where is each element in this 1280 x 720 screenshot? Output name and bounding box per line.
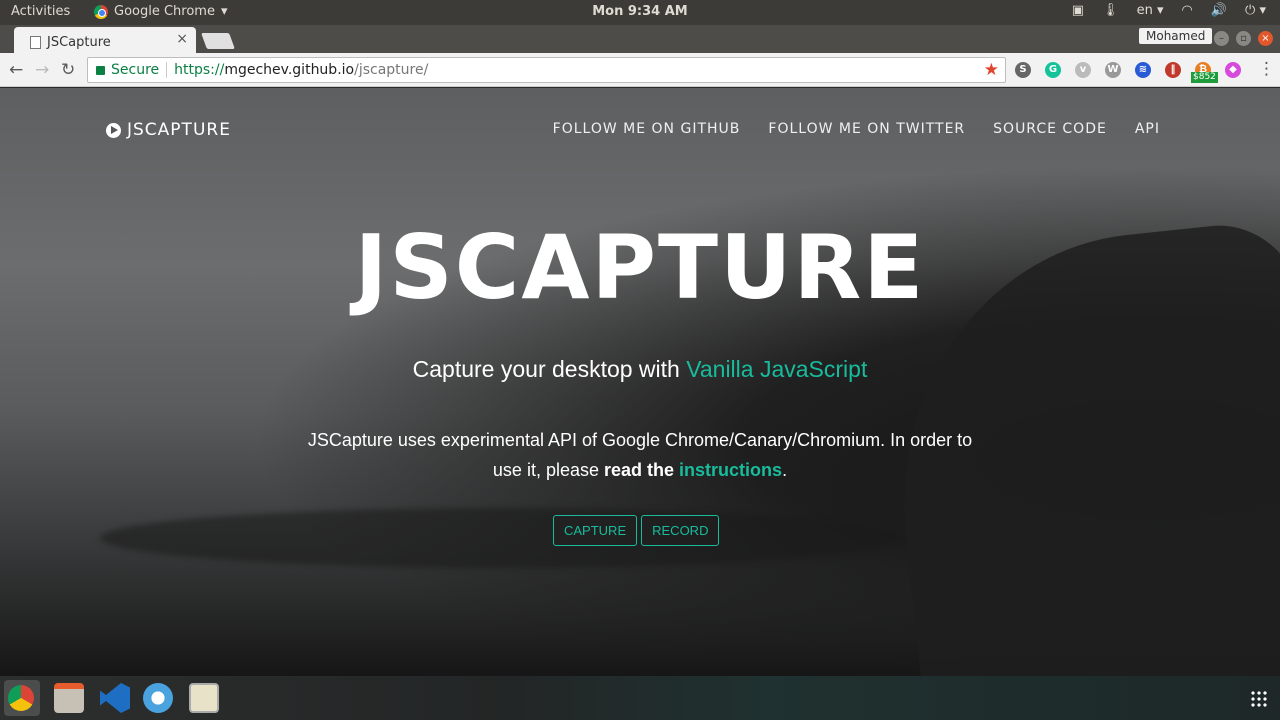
notification-icon[interactable]: ▣ bbox=[1072, 3, 1084, 18]
nav-link-github[interactable]: FOLLOW ME ON GITHUB bbox=[553, 121, 741, 137]
omnibox-divider bbox=[166, 62, 168, 78]
hero-description: JSCapture uses experimental API of Googl… bbox=[280, 425, 1000, 485]
close-tab-icon[interactable]: × bbox=[176, 31, 188, 47]
url-scheme: https:// bbox=[174, 62, 225, 78]
secure-label: Secure bbox=[111, 62, 160, 78]
extension-vp-icon[interactable]: v bbox=[1075, 62, 1091, 78]
tagline-text: Capture your desktop with bbox=[412, 356, 687, 382]
address-bar[interactable]: Secure https:// mgechev.github.io /jscap… bbox=[87, 57, 1006, 83]
language-label: en bbox=[1136, 3, 1153, 18]
bookmark-star-icon[interactable]: ★ bbox=[984, 60, 999, 80]
url-path: /jscapture/ bbox=[354, 62, 429, 78]
chrome-menu-icon[interactable]: ⋮ bbox=[1258, 59, 1275, 79]
url-host: mgechev.github.io bbox=[224, 62, 355, 78]
maximize-icon[interactable]: ▫ bbox=[1236, 31, 1251, 46]
background-rocks bbox=[100, 508, 900, 568]
nav-link-twitter[interactable]: FOLLOW ME ON TWITTER bbox=[768, 121, 965, 137]
grammarly-icon[interactable]: G bbox=[1045, 62, 1061, 78]
tab-strip: JSCapture × Mohamed – ▫ × bbox=[0, 25, 1280, 53]
browser-toolbar: ← → ↻ Secure https:// mgechev.github.io … bbox=[0, 53, 1280, 87]
hero-tagline: Capture your desktop with Vanilla JavaSc… bbox=[0, 356, 1280, 383]
safari-dock-icon[interactable] bbox=[143, 683, 173, 713]
thermometer-icon[interactable]: 🌡 bbox=[1102, 3, 1119, 18]
files-dock-icon[interactable] bbox=[54, 683, 84, 713]
extension-s-icon[interactable]: S bbox=[1015, 62, 1031, 78]
reload-icon[interactable]: ↻ bbox=[61, 60, 75, 80]
brand-label: JSCAPTURE bbox=[127, 120, 231, 140]
wifi-icon[interactable]: ◠ bbox=[1182, 3, 1193, 18]
forward-icon[interactable]: → bbox=[35, 60, 49, 80]
description-line-2: use it, please bbox=[492, 460, 604, 480]
tab-title: JSCapture bbox=[47, 35, 111, 50]
steemit-icon[interactable]: ≋ bbox=[1135, 62, 1151, 78]
volume-icon[interactable]: 🔊 bbox=[1211, 3, 1227, 18]
action-buttons: CAPTURE RECORD bbox=[553, 515, 720, 546]
page-icon bbox=[30, 36, 41, 49]
system-top-bar: Activities Google Chrome ▾ Mon 9:34 AM ▣… bbox=[0, 0, 1280, 25]
close-window-icon[interactable]: × bbox=[1258, 31, 1273, 46]
description-line-1: JSCapture uses experimental API of Googl… bbox=[307, 430, 973, 450]
extension-color-icon[interactable]: ◆ bbox=[1225, 62, 1241, 78]
tagline-accent: Vanilla JavaScript bbox=[686, 356, 868, 382]
new-tab-button[interactable] bbox=[201, 33, 235, 49]
extension-pulse-icon[interactable]: ‖ bbox=[1165, 62, 1181, 78]
system-tray[interactable]: ▣ 🌡 en ▾ ◠ 🔊 ⏻ ▾ bbox=[1072, 3, 1266, 18]
back-icon[interactable]: ← bbox=[9, 60, 23, 80]
capture-button[interactable]: CAPTURE bbox=[553, 515, 638, 546]
profile-button[interactable]: Mohamed bbox=[1139, 28, 1213, 44]
lock-icon bbox=[96, 65, 105, 75]
chrome-dock-icon[interactable] bbox=[8, 685, 34, 711]
language-indicator[interactable]: en ▾ bbox=[1137, 3, 1164, 18]
instructions-link[interactable]: instructions bbox=[679, 460, 782, 480]
description-bold: read the bbox=[604, 460, 675, 480]
browser-tab[interactable]: JSCapture × bbox=[14, 27, 196, 53]
power-icon[interactable]: ⏻ ▾ bbox=[1245, 3, 1266, 18]
description-suffix: . bbox=[782, 460, 788, 480]
wordpress-icon[interactable]: W bbox=[1105, 62, 1121, 78]
minimize-icon[interactable]: – bbox=[1214, 31, 1229, 46]
hero-title: JSCAPTURE bbox=[354, 216, 926, 319]
nav-link-source[interactable]: SOURCE CODE bbox=[993, 121, 1107, 137]
vscode-dock-icon[interactable] bbox=[100, 683, 130, 713]
site-nav: FOLLOW ME ON GITHUB FOLLOW ME ON TWITTER… bbox=[553, 121, 1160, 137]
extension-badge: $852 bbox=[1191, 72, 1218, 83]
site-brand[interactable]: JSCAPTURE bbox=[106, 120, 231, 140]
play-icon bbox=[106, 122, 121, 138]
nav-link-api[interactable]: API bbox=[1135, 121, 1160, 137]
web-page: JSCAPTURE FOLLOW ME ON GITHUB FOLLOW ME … bbox=[0, 88, 1280, 676]
app-dock-icon[interactable] bbox=[189, 683, 219, 713]
dock bbox=[0, 676, 1280, 720]
record-button[interactable]: RECORD bbox=[641, 515, 720, 546]
show-applications-icon[interactable] bbox=[1250, 690, 1268, 708]
